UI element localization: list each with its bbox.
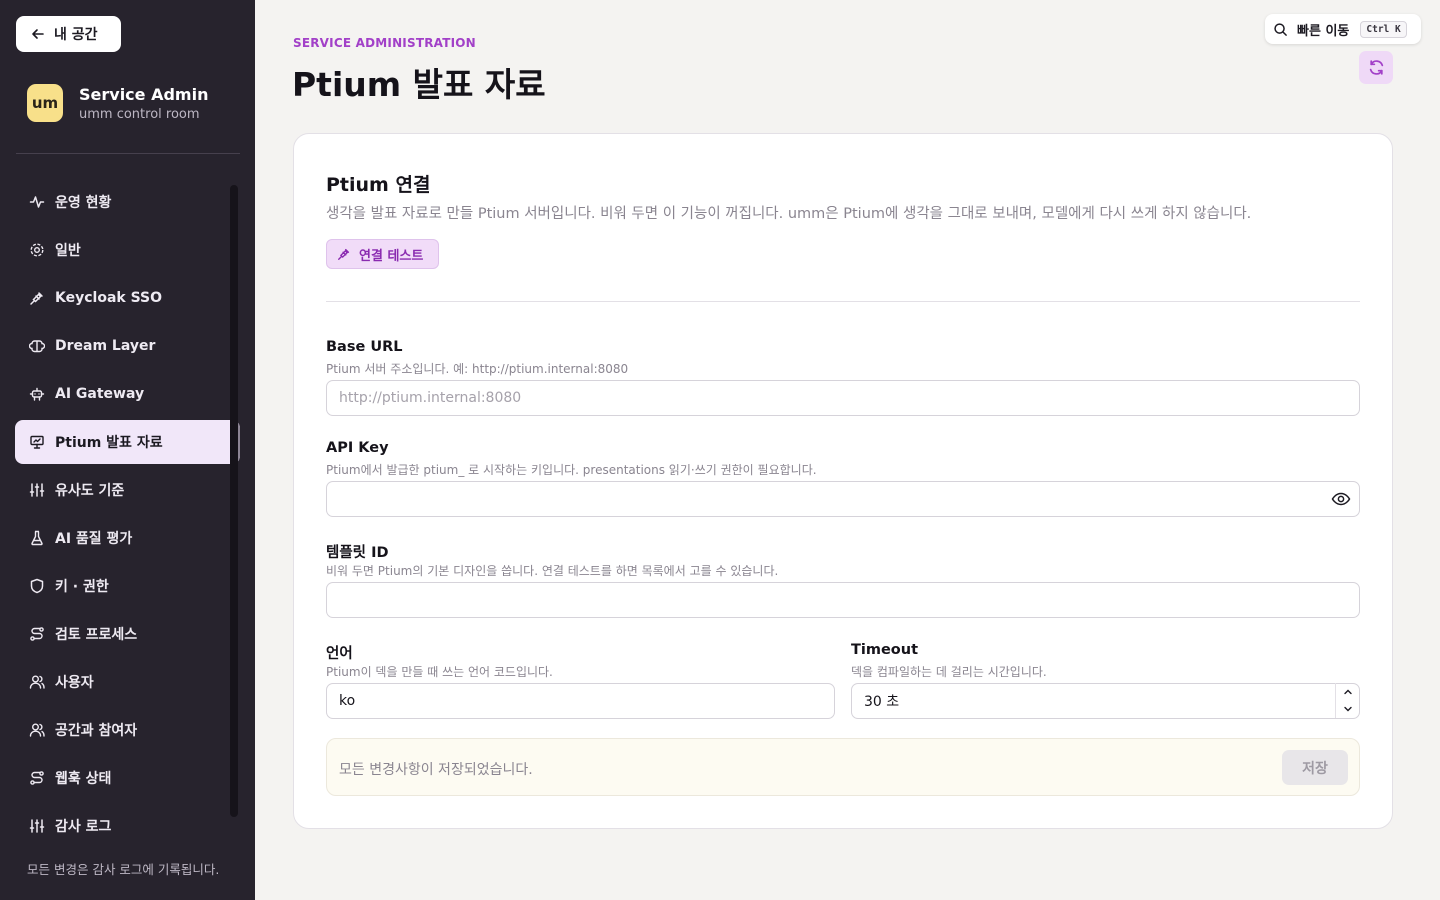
timeout-help: 덱을 컴파일하는 데 걸리는 시간입니다. xyxy=(851,665,1047,679)
sidebar-item-review-process[interactable]: 검토 프로세스 xyxy=(15,612,240,656)
sidebar-item-ptium-presentations[interactable]: Ptium 발표 자료 xyxy=(15,420,240,464)
connection-test-button[interactable]: 연결 테스트 xyxy=(326,239,439,269)
route-icon xyxy=(30,627,44,641)
language-help: Ptium이 덱을 만들 때 쓰는 언어 코드입니다. xyxy=(326,665,553,679)
sidebar-item-general[interactable]: 일반 xyxy=(15,228,240,272)
back-button-label: 내 공간 xyxy=(54,27,98,43)
page-eyebrow: SERVICE ADMINISTRATION xyxy=(293,36,476,50)
toggle-visibility-button[interactable] xyxy=(1330,489,1352,509)
sidebar-item-keycloak-sso[interactable]: Keycloak SSO xyxy=(15,276,240,320)
sidebar: 내 공간 um Service Admin umm control room 운… xyxy=(0,0,255,900)
save-button[interactable]: 저장 xyxy=(1282,750,1348,785)
sidebar-divider xyxy=(16,153,240,154)
sidebar-item-label: Keycloak SSO xyxy=(55,290,163,306)
sidebar-footer-note: 모든 변경은 감사 로그에 기록됩니다. xyxy=(27,862,220,877)
sidebar-item-similarity-criteria[interactable]: 유사도 기준 xyxy=(15,468,240,512)
save-status-bar: 모든 변경사항이 저장되었습니다. 저장 xyxy=(326,738,1360,796)
chevron-up-icon[interactable] xyxy=(1343,687,1353,697)
sliders-icon xyxy=(29,483,45,497)
sidebar-item-keys-permissions[interactable]: 키 · 권한 xyxy=(15,564,240,608)
template-id-help: 비워 두면 Ptium의 기본 디자인을 씁니다. 연결 테스트를 하면 목록에… xyxy=(326,564,779,578)
sidebar-item-spaces-participants[interactable]: 공간과 참여자 xyxy=(15,708,240,752)
sidebar-item-label: Dream Layer xyxy=(55,338,156,354)
quick-jump-label: 빠른 이동 xyxy=(1297,23,1350,39)
sidebar-item-label: 운영 현황 xyxy=(55,195,112,211)
brand: um Service Admin umm control room xyxy=(27,84,208,122)
sidebar-nav: 운영 현황 일반 Keycloak SSO Dream Layer AI Gat… xyxy=(15,180,240,852)
brand-logo: um xyxy=(27,84,63,122)
sliders-icon xyxy=(29,819,45,833)
base-url-input[interactable] xyxy=(326,380,1360,416)
sidebar-item-label: 감사 로그 xyxy=(55,819,112,835)
template-id-input[interactable] xyxy=(326,582,1360,618)
sidebar-item-ai-quality-eval[interactable]: AI 품질 평가 xyxy=(15,516,240,560)
brand-subtitle: umm control room xyxy=(79,106,200,122)
chevron-down-icon[interactable] xyxy=(1343,704,1353,714)
sidebar-item-dream-layer[interactable]: Dream Layer xyxy=(15,324,240,368)
api-key-label: API Key xyxy=(326,440,389,456)
user-icon xyxy=(29,675,45,689)
sidebar-item-audit-log[interactable]: 감사 로그 xyxy=(15,804,240,848)
timeout-stepper[interactable] xyxy=(1335,683,1359,718)
presentation-icon xyxy=(30,435,44,449)
section-title: Ptium 연결 xyxy=(326,174,431,196)
page-title: Ptium 발표 자료 xyxy=(292,65,546,104)
gear-icon xyxy=(30,243,44,257)
sidebar-item-label: AI Gateway xyxy=(55,386,145,402)
activity-icon xyxy=(29,196,45,208)
quick-jump-button[interactable]: 빠른 이동 Ctrl K xyxy=(1265,14,1421,44)
sidebar-item-label: Ptium 발표 자료 xyxy=(55,435,163,451)
search-icon xyxy=(1274,22,1287,36)
section-divider xyxy=(326,301,1360,302)
sidebar-item-label: 검토 프로세스 xyxy=(55,627,138,643)
eye-icon xyxy=(1331,492,1351,506)
language-label: 언어 xyxy=(326,646,353,662)
sidebar-item-label: AI 품질 평가 xyxy=(55,531,133,547)
sidebar-scrollbar[interactable] xyxy=(230,185,238,817)
section-description: 생각을 발표 자료로 만들 Ptium 서버입니다. 비워 두면 이 기능이 꺼… xyxy=(326,206,1252,222)
sidebar-item-label: 키 · 권한 xyxy=(55,579,109,595)
flask-icon xyxy=(31,530,43,546)
sidebar-item-webhook-status[interactable]: 웹훅 상태 xyxy=(15,756,240,800)
keyboard-shortcut-badge: Ctrl K xyxy=(1360,20,1407,38)
api-key-input[interactable] xyxy=(326,481,1360,517)
connection-test-label: 연결 테스트 xyxy=(359,248,424,264)
refresh-button[interactable] xyxy=(1359,51,1393,84)
webhook-icon xyxy=(30,771,44,785)
sidebar-item-ai-gateway[interactable]: AI Gateway xyxy=(15,372,240,416)
sidebar-item-label: 일반 xyxy=(55,243,81,259)
sidebar-item-users[interactable]: 사용자 xyxy=(15,660,240,704)
save-status-text: 모든 변경사항이 저장되었습니다. xyxy=(339,762,533,778)
ptium-connection-card: Ptium 연결 생각을 발표 자료로 만들 Ptium 서버입니다. 비워 두… xyxy=(293,133,1393,829)
back-to-my-space-button[interactable]: 내 공간 xyxy=(16,16,121,52)
sidebar-item-label: 웹훅 상태 xyxy=(55,771,112,787)
brand-title: Service Admin xyxy=(79,84,209,104)
users-icon xyxy=(29,723,45,737)
arrow-left-icon xyxy=(32,29,44,39)
timeout-input[interactable] xyxy=(851,683,1360,719)
template-id-label: 템플릿 ID xyxy=(326,545,389,561)
sidebar-item-label: 사용자 xyxy=(55,675,94,691)
sidebar-item-label: 유사도 기준 xyxy=(55,483,125,499)
sidebar-item-operations-status[interactable]: 운영 현황 xyxy=(15,180,240,224)
plug-icon xyxy=(30,292,43,305)
sidebar-item-label: 공간과 참여자 xyxy=(55,723,138,739)
refresh-icon xyxy=(1369,60,1383,75)
brain-icon xyxy=(29,340,45,353)
language-input[interactable] xyxy=(326,683,835,719)
timeout-label: Timeout xyxy=(851,642,919,658)
shield-icon xyxy=(30,578,44,594)
robot-icon xyxy=(29,387,45,401)
base-url-label: Base URL xyxy=(326,339,403,355)
base-url-help: Ptium 서버 주소입니다. 예: http://ptium.internal… xyxy=(326,362,629,376)
api-key-help: Ptium에서 발급한 ptium_ 로 시작하는 키입니다. presenta… xyxy=(326,463,817,477)
plug-icon xyxy=(338,248,350,260)
